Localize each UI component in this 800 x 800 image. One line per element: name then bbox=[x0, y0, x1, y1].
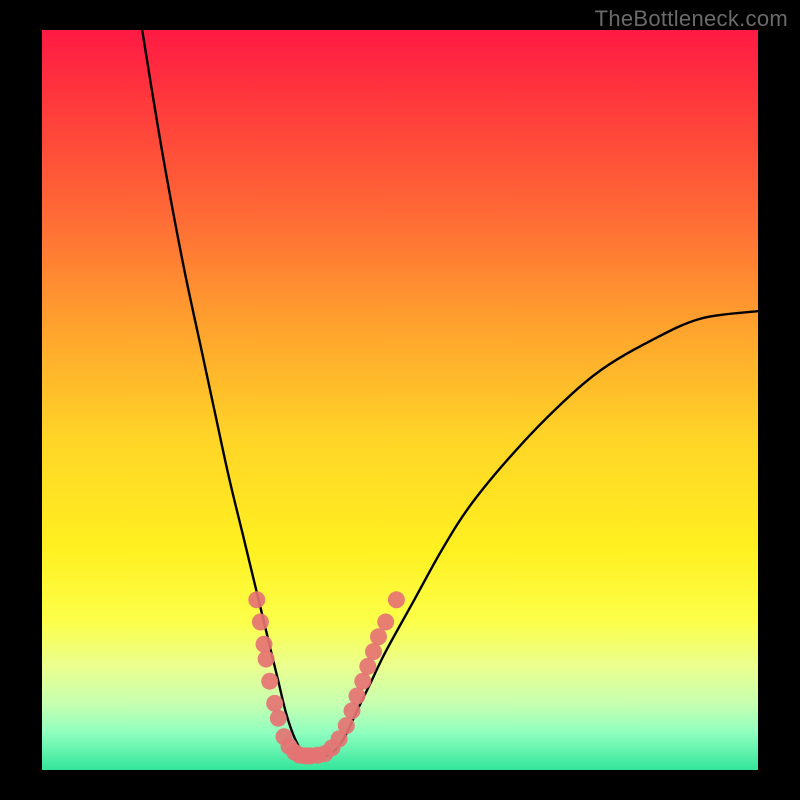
chart-plot-area bbox=[42, 30, 758, 770]
marker-dot bbox=[354, 673, 371, 690]
curve-line bbox=[142, 30, 758, 756]
marker-dot bbox=[270, 710, 287, 727]
marker-dot bbox=[388, 591, 405, 608]
watermark-text: TheBottleneck.com bbox=[595, 6, 788, 32]
marker-dot bbox=[261, 673, 278, 690]
marker-dot bbox=[256, 636, 273, 653]
marker-dot bbox=[252, 614, 269, 631]
marker-dot bbox=[377, 614, 394, 631]
marker-dot bbox=[248, 591, 265, 608]
marker-dot bbox=[258, 651, 275, 668]
marker-dot bbox=[344, 702, 361, 719]
chart-frame: TheBottleneck.com bbox=[0, 0, 800, 800]
marker-dot bbox=[365, 643, 382, 660]
marker-dot bbox=[349, 688, 366, 705]
marker-dot bbox=[338, 717, 355, 734]
marker-dots bbox=[248, 591, 405, 764]
marker-dot bbox=[370, 628, 387, 645]
marker-dot bbox=[359, 658, 376, 675]
marker-dot bbox=[266, 695, 283, 712]
chart-svg bbox=[42, 30, 758, 770]
